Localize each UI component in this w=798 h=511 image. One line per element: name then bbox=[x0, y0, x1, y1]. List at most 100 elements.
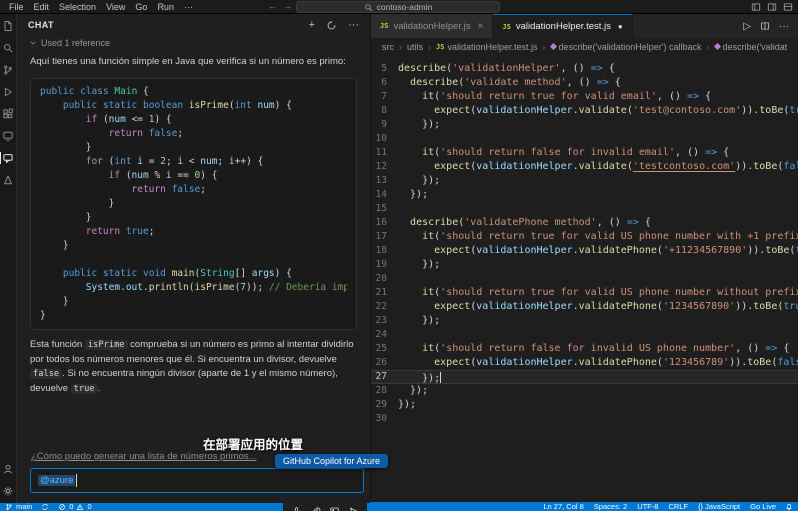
code-line[interactable]: public class Main { bbox=[40, 85, 347, 99]
code-line[interactable] bbox=[40, 253, 347, 267]
code-line[interactable]: } bbox=[40, 239, 347, 253]
sync-status[interactable] bbox=[41, 503, 49, 511]
code-line[interactable]: 24 bbox=[371, 328, 798, 342]
breadcrumb-item[interactable]: src bbox=[382, 42, 394, 52]
code-line[interactable]: if (num <= 1) { bbox=[40, 113, 347, 127]
remote-explorer-icon[interactable] bbox=[2, 130, 14, 142]
menu-[interactable]: ··· bbox=[179, 2, 198, 12]
code-line[interactable]: } bbox=[40, 197, 347, 211]
close-icon[interactable]: × bbox=[478, 21, 484, 32]
chat-more-icon[interactable]: ··· bbox=[348, 19, 359, 31]
editor-more-icon[interactable]: ··· bbox=[779, 21, 789, 32]
search-sidebar-icon[interactable] bbox=[2, 42, 14, 54]
status-item[interactable]: {} JavaScript bbox=[698, 502, 740, 511]
problems-status[interactable]: 0 0 bbox=[58, 502, 91, 511]
code-line[interactable]: 21 it('should return true for valid US p… bbox=[371, 286, 798, 300]
branch-status[interactable]: main bbox=[5, 502, 32, 511]
attach-context-icon[interactable] bbox=[310, 506, 321, 511]
extensions-icon[interactable] bbox=[2, 108, 14, 120]
code-line[interactable]: 9 }); bbox=[371, 118, 798, 132]
code-line[interactable]: 10 bbox=[371, 132, 798, 146]
code-line[interactable]: } bbox=[40, 309, 347, 323]
code-line[interactable]: 27 }); bbox=[371, 370, 798, 384]
customize-layout-icon[interactable] bbox=[783, 2, 793, 12]
toggle-panel-icon[interactable] bbox=[751, 2, 761, 12]
azure-mention-chip[interactable]: @azure bbox=[38, 475, 75, 486]
menu-selection[interactable]: Selection bbox=[54, 2, 101, 12]
code-line[interactable]: System.out.println(isPrime(7)); // Deber… bbox=[40, 281, 347, 295]
code-line[interactable]: 14 }); bbox=[371, 188, 798, 202]
breadcrumb-item[interactable]: utils bbox=[407, 42, 423, 52]
notifications-bell-icon[interactable] bbox=[785, 503, 793, 511]
chat-view-icon[interactable] bbox=[2, 152, 14, 164]
code-line[interactable]: 28 }); bbox=[371, 384, 798, 398]
breadcrumb-item[interactable]: describe('validationHelper') callback bbox=[551, 42, 702, 52]
code-line[interactable]: return true; bbox=[40, 225, 347, 239]
source-control-icon[interactable] bbox=[2, 64, 14, 76]
mic-icon[interactable] bbox=[291, 506, 302, 511]
code-line[interactable]: return false; bbox=[40, 127, 347, 141]
code-line[interactable]: return false; bbox=[40, 183, 347, 197]
status-item[interactable]: CRLF bbox=[668, 502, 688, 511]
code-line[interactable]: 26 expect(validationHelper.validatePhone… bbox=[371, 356, 798, 370]
code-line[interactable]: } bbox=[40, 211, 347, 225]
menu-go[interactable]: Go bbox=[130, 2, 152, 12]
status-item[interactable]: Ln 27, Col 8 bbox=[543, 502, 583, 511]
code-line[interactable]: for (int i = 2; i < num; i++) { bbox=[40, 155, 347, 169]
tab-validationHelper-test-js[interactable]: JS validationHelper.test.js ● bbox=[493, 14, 632, 38]
split-editor-icon[interactable] bbox=[760, 21, 770, 31]
run-tests-icon[interactable]: ▷ bbox=[743, 21, 751, 32]
code-line[interactable]: 12 expect(validationHelper.validate('tes… bbox=[371, 160, 798, 174]
chat-input[interactable]: @azure bbox=[30, 468, 364, 493]
code-line[interactable]: } bbox=[40, 141, 347, 155]
status-item[interactable]: Spaces: 2 bbox=[594, 502, 627, 511]
nav-forward-icon[interactable]: → bbox=[283, 1, 292, 11]
code-line[interactable]: 15 bbox=[371, 202, 798, 216]
code-line[interactable]: 6 describe('validate method', () => { bbox=[371, 76, 798, 90]
editor-code[interactable]: 5describe('validationHelper', () => {6 d… bbox=[371, 55, 798, 426]
breadcrumb-item[interactable]: describe('validat bbox=[715, 42, 788, 52]
code-line[interactable]: public static void main(String[] args) { bbox=[40, 267, 347, 281]
code-line[interactable]: 23 }); bbox=[371, 314, 798, 328]
image-icon[interactable] bbox=[329, 506, 340, 511]
chat-references[interactable]: Used 1 reference bbox=[17, 36, 370, 50]
explorer-icon[interactable] bbox=[2, 20, 14, 32]
azure-icon[interactable] bbox=[2, 174, 14, 186]
run-debug-icon[interactable] bbox=[2, 86, 14, 98]
code-line[interactable]: 20 bbox=[371, 272, 798, 286]
code-line[interactable]: 11 it('should return false for invalid e… bbox=[371, 146, 798, 160]
code-line[interactable]: public static boolean isPrime(int num) { bbox=[40, 99, 347, 113]
toggle-secondary-sidebar-icon[interactable] bbox=[767, 2, 777, 12]
code-line[interactable]: 5describe('validationHelper', () => { bbox=[371, 62, 798, 76]
menu-run[interactable]: Run bbox=[152, 2, 179, 12]
code-line[interactable]: 16 describe('validatePhone method', () =… bbox=[371, 216, 798, 230]
account-icon[interactable] bbox=[2, 463, 14, 475]
code-line[interactable]: 18 expect(validationHelper.validatePhone… bbox=[371, 244, 798, 258]
new-chat-icon[interactable]: + bbox=[309, 19, 315, 31]
modified-dot-icon[interactable]: ● bbox=[618, 22, 623, 31]
chat-history-icon[interactable] bbox=[326, 20, 337, 31]
code-line[interactable]: } bbox=[40, 295, 347, 309]
status-item[interactable]: Go Live bbox=[750, 502, 776, 511]
code-line[interactable]: 29}); bbox=[371, 398, 798, 412]
code-line[interactable]: if (num % i == 0) { bbox=[40, 169, 347, 183]
menu-view[interactable]: View bbox=[101, 2, 130, 12]
menu-edit[interactable]: Edit bbox=[29, 2, 55, 12]
code-line[interactable]: 13 }); bbox=[371, 174, 798, 188]
status-item[interactable]: UTF-8 bbox=[637, 502, 658, 511]
command-center[interactable]: contoso-admin bbox=[296, 1, 500, 13]
code-line[interactable]: 17 it('should return true for valid US p… bbox=[371, 230, 798, 244]
code-line[interactable]: 25 it('should return false for invalid U… bbox=[371, 342, 798, 356]
send-icon[interactable] bbox=[348, 506, 359, 511]
code-line[interactable]: 8 expect(validationHelper.validate('test… bbox=[371, 104, 798, 118]
code-line[interactable]: 7 it('should return true for valid email… bbox=[371, 90, 798, 104]
tab-validationHelper-js[interactable]: JS validationHelper.js × bbox=[371, 14, 493, 38]
code-line[interactable]: 19 }); bbox=[371, 258, 798, 272]
code-line[interactable]: 30 bbox=[371, 412, 798, 426]
menu-file[interactable]: File bbox=[4, 2, 29, 12]
line-number: 16 bbox=[371, 216, 398, 230]
settings-gear-icon[interactable] bbox=[2, 485, 14, 497]
code-line[interactable]: 22 expect(validationHelper.validatePhone… bbox=[371, 300, 798, 314]
breadcrumb-item[interactable]: JSvalidationHelper.test.js bbox=[436, 42, 538, 52]
nav-back-icon[interactable]: ← bbox=[268, 1, 277, 11]
